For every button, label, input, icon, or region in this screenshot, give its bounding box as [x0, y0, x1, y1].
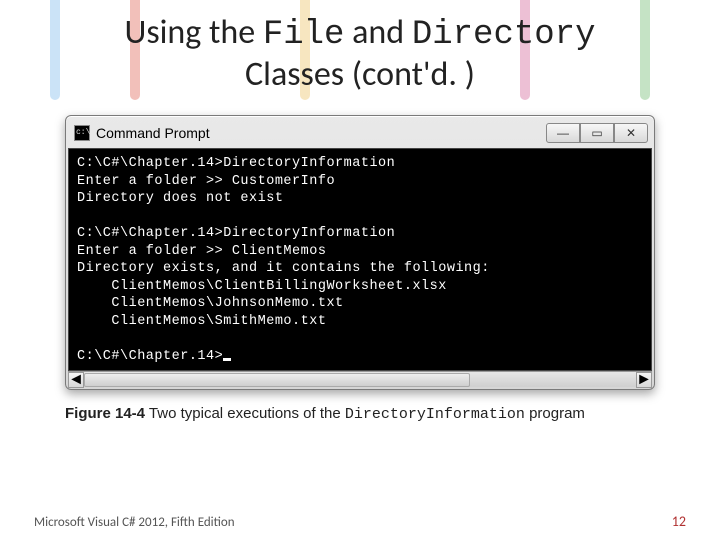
title-prefix: Using the	[125, 12, 263, 53]
title-mono-file: File	[263, 16, 345, 54]
minimize-button[interactable]: —	[546, 123, 580, 143]
close-button[interactable]: ✕	[614, 123, 648, 143]
cmd-icon	[74, 125, 90, 141]
scroll-right-arrow-icon[interactable]: ►	[636, 372, 652, 388]
command-prompt-window: Command Prompt — ▭ ✕ C:\C#\Chapter.14>Di…	[65, 115, 655, 390]
scroll-track[interactable]	[84, 372, 636, 387]
figure-label: Figure 14-4	[65, 405, 145, 422]
scroll-left-arrow-icon[interactable]: ◄	[68, 372, 84, 388]
window-title: Command Prompt	[96, 125, 540, 141]
title-line2: Classes (cont'd. )	[0, 54, 720, 95]
horizontal-scrollbar[interactable]: ◄ ►	[68, 371, 652, 387]
window-titlebar: Command Prompt — ▭ ✕	[68, 118, 652, 148]
caption-after: program	[525, 405, 585, 422]
caption-program: DirectoryInformation	[345, 406, 525, 423]
footer-book-title: Microsoft Visual C# 2012, Fifth Edition	[34, 515, 235, 530]
caption-before: Two typical executions of the	[145, 405, 345, 422]
figure-caption: Figure 14-4 Two typical executions of th…	[65, 404, 655, 425]
title-mono-directory: Directory	[412, 16, 596, 54]
scroll-thumb[interactable]	[84, 373, 470, 387]
title-mid: and	[344, 12, 411, 53]
slide-title: Using the File and Directory Classes (co…	[0, 0, 720, 103]
console-output: C:\C#\Chapter.14>DirectoryInformation En…	[68, 148, 652, 371]
maximize-button[interactable]: ▭	[580, 123, 614, 143]
page-number: 12	[672, 513, 686, 530]
cursor	[223, 358, 231, 361]
